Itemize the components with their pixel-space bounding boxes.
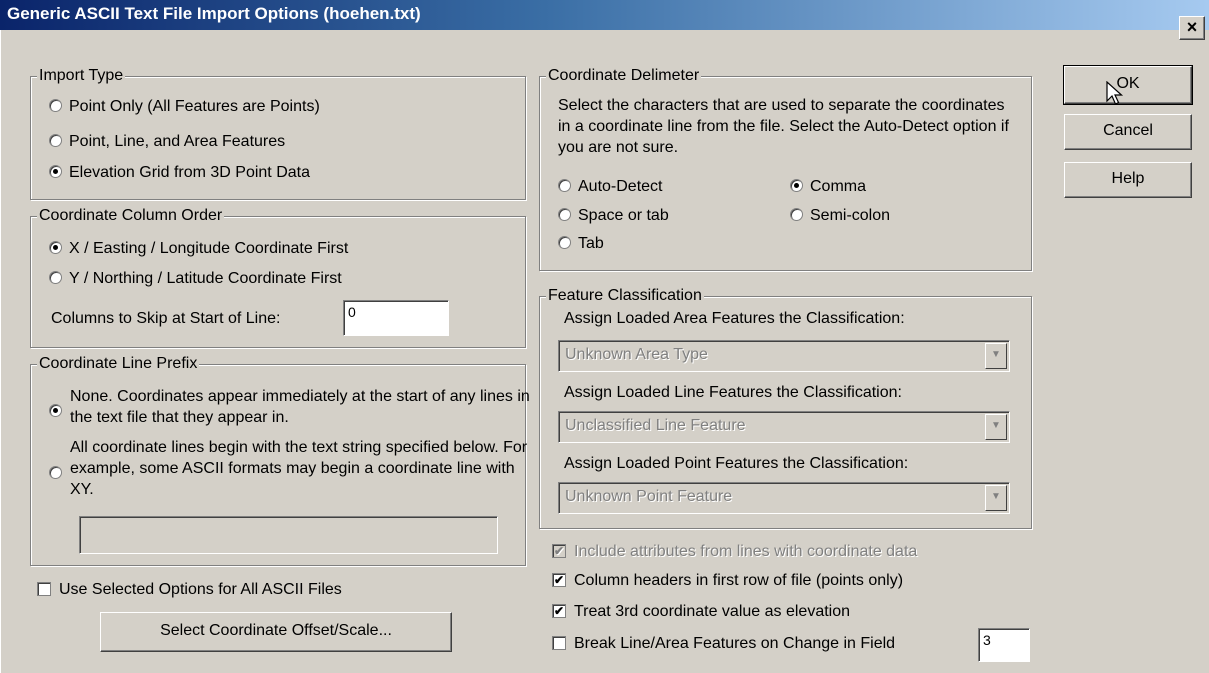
delimiter-space-tab-label: Space or tab — [578, 207, 669, 224]
ok-button[interactable]: OK — [1063, 65, 1193, 105]
break-features-checkbox[interactable]: Break Line/Area Features on Change in Fi… — [552, 634, 895, 654]
column-order-group: Coordinate Column Order X / Easting / Lo… — [30, 206, 526, 348]
point-classification-value: Unknown Point Feature — [565, 488, 733, 505]
line-classification-value: Unclassified Line Feature — [565, 417, 746, 434]
delimiter-auto-detect-radio[interactable]: Auto-Detect — [558, 177, 662, 197]
skip-columns-label: Columns to Skip at Start of Line: — [51, 310, 281, 327]
radio-indicator — [49, 134, 62, 148]
close-button[interactable]: × — [1179, 16, 1205, 40]
window-frame — [0, 30, 7, 673]
import-point-only-label: Point Only (All Features are Points) — [69, 98, 320, 115]
chevron-down-icon[interactable]: ▼ — [985, 414, 1007, 440]
radio-indicator — [49, 466, 62, 479]
radio-indicator — [558, 236, 571, 250]
dialog-title: Generic ASCII Text File Import Options (… — [7, 4, 421, 23]
import-point-line-area-label: Point, Line, and Area Features — [69, 133, 286, 150]
radio-indicator — [558, 179, 571, 193]
radio-indicator-selected — [49, 241, 62, 255]
delimiter-tab-radio[interactable]: Tab — [558, 234, 604, 254]
close-icon: × — [1186, 17, 1198, 37]
help-button[interactable]: Help — [1064, 162, 1192, 198]
column-order-legend: Coordinate Column Order — [37, 206, 225, 226]
area-classification-value: Unknown Area Type — [565, 346, 708, 363]
import-type-legend: Import Type — [37, 66, 126, 86]
line-classification-label: Assign Loaded Line Features the Classifi… — [564, 384, 902, 401]
break-features-label: Break Line/Area Features on Change in Fi… — [574, 635, 896, 652]
prefix-text-input[interactable] — [79, 516, 498, 554]
delimiter-auto-detect-label: Auto-Detect — [578, 178, 663, 195]
check-mark-icon: ✔ — [552, 572, 566, 587]
classification-legend: Feature Classification — [546, 286, 704, 306]
prefix-custom-label: All coordinate lines begin with the text… — [70, 439, 528, 498]
checkbox-box — [37, 581, 51, 596]
title-bar[interactable]: Generic ASCII Text File Import Options (… — [0, 0, 1209, 30]
y-first-label: Y / Northing / Latitude Coordinate First — [69, 270, 342, 287]
chevron-down-icon[interactable]: ▼ — [985, 343, 1007, 369]
break-field-input[interactable]: 3 — [978, 628, 1030, 662]
line-prefix-legend: Coordinate Line Prefix — [37, 354, 200, 374]
cancel-button[interactable]: Cancel — [1064, 114, 1192, 150]
line-prefix-group: Coordinate Line Prefix None. Coordinates… — [30, 354, 530, 566]
delimiter-space-tab-radio[interactable]: Space or tab — [558, 206, 669, 226]
classification-group: Feature Classification Assign Loaded Are… — [539, 286, 1032, 529]
import-type-group: Import Type Point Only (All Features are… — [30, 66, 526, 200]
radio-indicator — [49, 271, 62, 285]
check-mark-icon: ✔ — [552, 603, 566, 618]
delimiter-description: Select the characters that are used to s… — [558, 97, 1009, 156]
coordinate-offset-scale-button[interactable]: Select Coordinate Offset/Scale... — [100, 612, 452, 652]
include-attributes-label: Include attributes from lines with coord… — [574, 543, 918, 560]
line-classification-dropdown[interactable]: Unclassified Line Feature ▼ — [558, 411, 1010, 443]
x-first-label: X / Easting / Longitude Coordinate First — [69, 240, 349, 257]
radio-indicator — [558, 208, 571, 222]
column-headers-label: Column headers in first row of file (poi… — [574, 572, 904, 589]
import-elevation-grid-radio[interactable]: Elevation Grid from 3D Point Data — [49, 163, 310, 183]
area-classification-label: Assign Loaded Area Features the Classifi… — [564, 310, 905, 327]
delimiter-legend: Coordinate Delimeter — [546, 66, 702, 86]
delimiter-group: Coordinate Delimeter Select the characte… — [539, 66, 1032, 271]
radio-indicator-selected — [49, 404, 62, 417]
point-classification-dropdown[interactable]: Unknown Point Feature ▼ — [558, 482, 1010, 514]
column-headers-checkbox[interactable]: ✔ Column headers in first row of file (po… — [552, 571, 903, 591]
import-point-line-area-radio[interactable]: Point, Line, and Area Features — [49, 132, 285, 152]
delimiter-semicolon-label: Semi-colon — [810, 207, 891, 224]
area-classification-dropdown[interactable]: Unknown Area Type ▼ — [558, 340, 1010, 372]
y-first-radio[interactable]: Y / Northing / Latitude Coordinate First — [49, 269, 342, 289]
mouse-cursor-icon — [1106, 81, 1124, 105]
treat-elevation-label: Treat 3rd coordinate value as elevation — [574, 603, 851, 620]
x-first-radio[interactable]: X / Easting / Longitude Coordinate First — [49, 239, 348, 259]
radio-indicator-selected — [49, 165, 62, 179]
prefix-none-label: None. Coordinates appear immediately at … — [70, 388, 530, 426]
point-classification-label: Assign Loaded Point Features the Classif… — [564, 455, 909, 472]
delimiter-comma-label: Comma — [810, 178, 867, 195]
skip-columns-input[interactable]: 0 — [343, 300, 449, 336]
radio-indicator-selected — [790, 179, 803, 193]
checkbox-box — [552, 635, 566, 650]
import-elevation-grid-label: Elevation Grid from 3D Point Data — [69, 164, 310, 181]
chevron-down-icon[interactable]: ▼ — [985, 485, 1007, 511]
treat-elevation-checkbox[interactable]: ✔ Treat 3rd coordinate value as elevation — [552, 602, 850, 622]
import-point-only-radio[interactable]: Point Only (All Features are Points) — [49, 97, 320, 117]
use-selected-all-label: Use Selected Options for All ASCII Files — [59, 581, 342, 598]
radio-indicator — [790, 208, 803, 222]
delimiter-comma-radio[interactable]: Comma — [790, 177, 866, 197]
include-attributes-checkbox[interactable]: ✔ Include attributes from lines with coor… — [552, 542, 917, 562]
radio-indicator — [49, 99, 62, 113]
delimiter-semicolon-radio[interactable]: Semi-colon — [790, 206, 890, 226]
use-selected-all-checkbox[interactable]: Use Selected Options for All ASCII Files — [37, 580, 342, 600]
check-mark-icon: ✔ — [552, 543, 566, 558]
delimiter-tab-label: Tab — [578, 235, 604, 252]
